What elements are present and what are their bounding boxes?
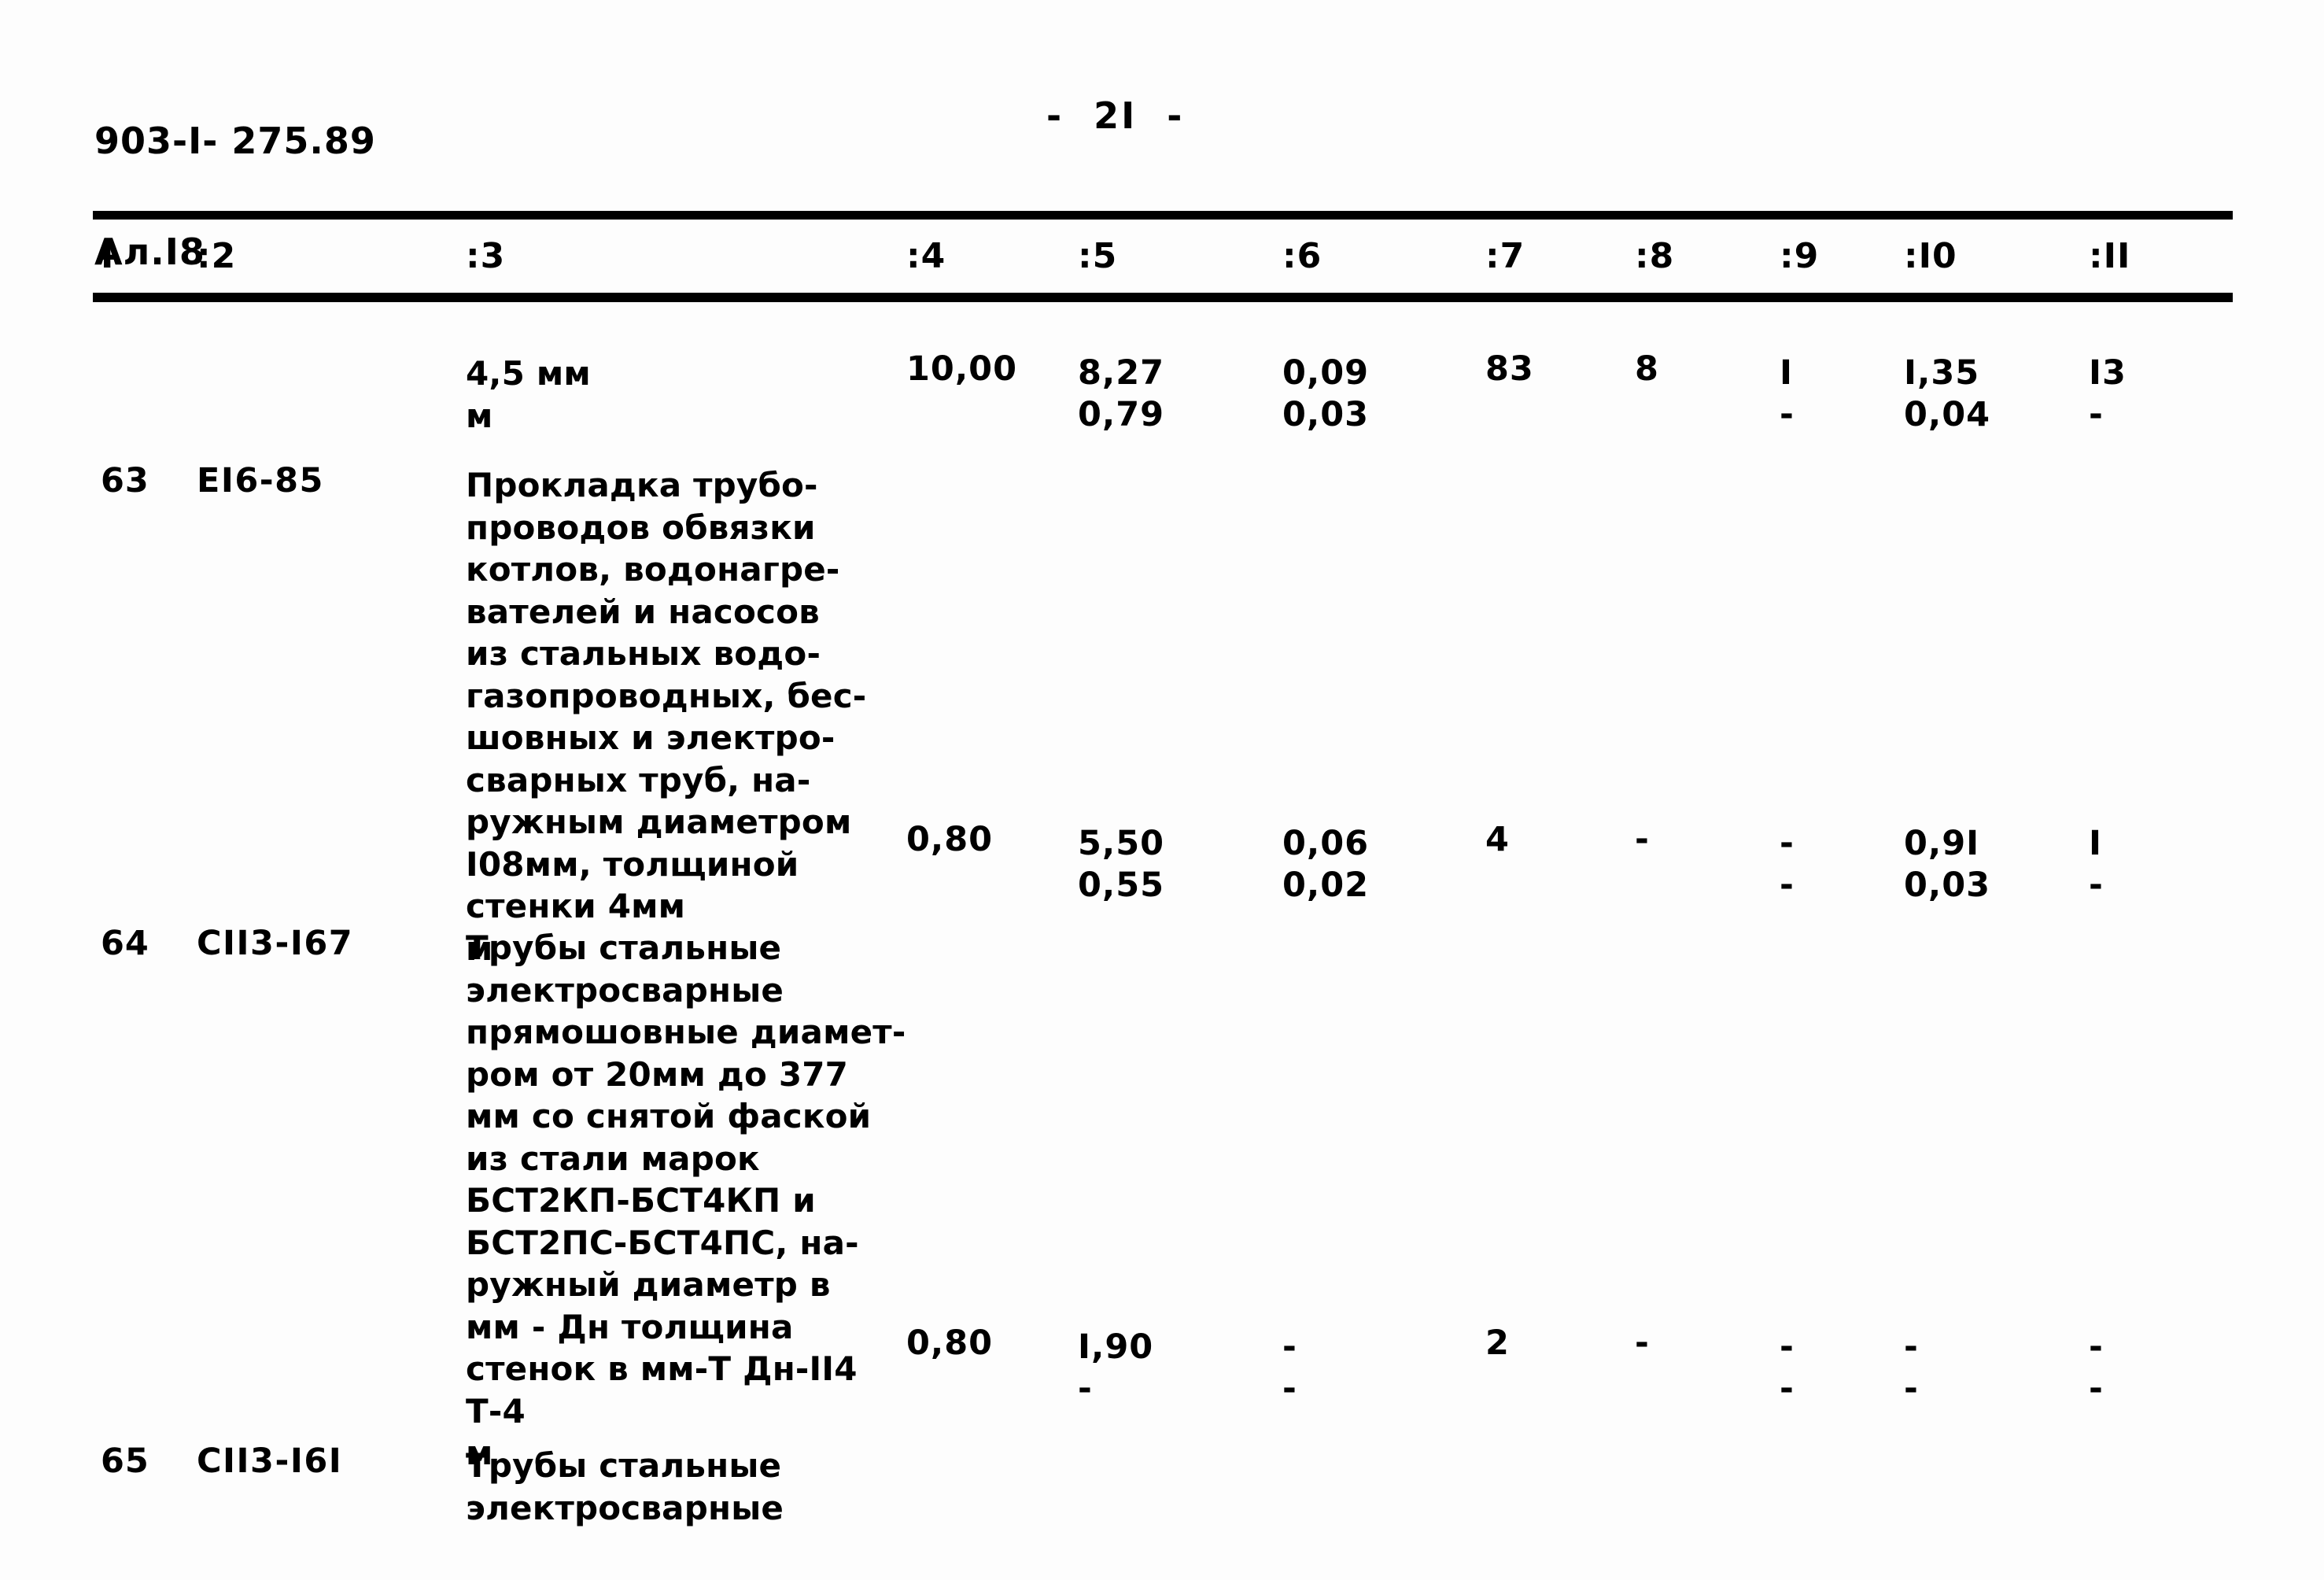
- value-line-1: 5,50: [1078, 824, 1165, 863]
- column-header-7: :7: [1485, 236, 1525, 276]
- row-value-col10: --: [1904, 1327, 2053, 1410]
- row-value-col10: I,35 0,04: [1904, 353, 2053, 436]
- row-description: Трубы стальные электросварные прямошовны…: [466, 928, 906, 1472]
- value-line-1: -: [1282, 1327, 1297, 1367]
- column-header-11: :II: [2089, 236, 2131, 276]
- column-header-10: :I0: [1904, 236, 1957, 276]
- value-line-1: -: [2089, 1327, 2104, 1367]
- row-value-col8: 8: [1635, 349, 1659, 389]
- value-line-2: 0,79: [1078, 395, 1165, 434]
- row-value-col11: I3-: [2089, 353, 2207, 436]
- row-value-col4: 0,80: [906, 820, 994, 859]
- value-line-2: -: [2089, 866, 2104, 905]
- row-value-col5: 5,50 0,55: [1078, 823, 1235, 906]
- value-line-2: 0,03: [1904, 866, 1991, 905]
- value-line-2: -: [2089, 1369, 2104, 1408]
- row-value-col9: --: [1780, 823, 1874, 906]
- row-code: CII3-I6I: [197, 1442, 343, 1481]
- row-value-col11: I-: [2089, 823, 2207, 906]
- row-value-col8: -: [1635, 1323, 1650, 1363]
- value-line-1: 0,9I: [1904, 824, 1980, 863]
- row-description: Прокладка трубо- проводов обвязки котлов…: [466, 466, 867, 968]
- doc-code-line1: 903-I- 275.89: [94, 119, 376, 162]
- table-top-rule: [93, 211, 2233, 220]
- row-description: 4,5 мм м: [466, 354, 591, 435]
- row-value-col5: 8,27 0,79: [1078, 353, 1235, 436]
- value-line-2: -: [1780, 395, 1795, 434]
- value-line-1: -: [1904, 1327, 1919, 1367]
- column-header-2: :2: [197, 236, 237, 276]
- value-line-1: I,90: [1078, 1327, 1154, 1367]
- value-line-2: -: [1904, 1369, 1919, 1408]
- row-value-col6: 0,09 0,03: [1282, 353, 1440, 436]
- column-header-4: :4: [906, 236, 946, 276]
- row-code: EI6-85: [197, 461, 324, 500]
- table-header-row: I :2 :3 :4 :5 :6 :7 :8 :9 :I0 :II: [0, 236, 2324, 283]
- value-line-2: -: [2089, 395, 2104, 434]
- row-value-col4: 0,80: [906, 1323, 994, 1363]
- column-header-6: :6: [1282, 236, 1322, 276]
- value-line-1: 0,06: [1282, 824, 1370, 863]
- row-number: 64: [101, 924, 149, 963]
- column-header-1: I: [101, 236, 115, 276]
- value-line-2: -: [1780, 866, 1795, 905]
- row-value-col11: --: [2089, 1327, 2207, 1410]
- row-value-col4: 10,00: [906, 349, 1018, 389]
- value-line-2: 0,55: [1078, 866, 1165, 905]
- value-line-1: I3: [2089, 353, 2127, 393]
- row-value-col9: I-: [1780, 353, 1874, 436]
- row-value-col5: I,90-: [1078, 1327, 1235, 1410]
- row-number: 63: [101, 461, 149, 500]
- row-description: Трубы стальные электросварные: [466, 1446, 784, 1527]
- row-value-col10: 0,9I 0,03: [1904, 823, 2053, 906]
- value-line-1: I: [1780, 353, 1793, 393]
- row-value-col9: --: [1780, 1327, 1874, 1410]
- value-line-1: 0,09: [1282, 353, 1370, 393]
- document-page: 903-I- 275.89 Ал.I8 - 2I - I :2 :3 :4 :5…: [0, 0, 2324, 1580]
- row-value-col8: -: [1635, 820, 1650, 859]
- value-line-2: 0,04: [1904, 395, 1991, 434]
- column-header-3: :3: [466, 236, 506, 276]
- value-line-2: -: [1780, 1369, 1795, 1408]
- column-header-9: :9: [1780, 236, 1820, 276]
- row-value-col7: 2: [1485, 1323, 1510, 1363]
- value-line-2: -: [1078, 1369, 1093, 1408]
- value-line-1: I,35: [1904, 353, 1980, 393]
- row-value-col6: 0,06 0,02: [1282, 823, 1440, 906]
- value-line-2: 0,03: [1282, 395, 1370, 434]
- value-line-1: -: [1780, 1327, 1795, 1367]
- value-line-1: 8,27: [1078, 353, 1165, 393]
- value-line-1: -: [1780, 824, 1795, 863]
- row-code: CII3-I67: [197, 924, 354, 963]
- row-number: 65: [101, 1442, 149, 1481]
- page-number: - 2I -: [1046, 94, 1185, 137]
- column-header-8: :8: [1635, 236, 1675, 276]
- value-line-2: 0,02: [1282, 866, 1370, 905]
- row-value-col7: 83: [1485, 349, 1534, 389]
- row-value-col6: --: [1282, 1327, 1440, 1410]
- row-value-col7: 4: [1485, 820, 1510, 859]
- value-line-2: -: [1282, 1369, 1297, 1408]
- value-line-1: I: [2089, 824, 2102, 863]
- table-header-bottom-rule: [93, 293, 2233, 302]
- column-header-5: :5: [1078, 236, 1118, 276]
